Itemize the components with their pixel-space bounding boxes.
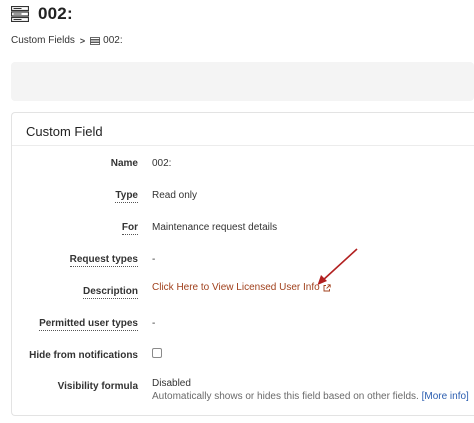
field-label-permitted-user-types[interactable]: Permitted user types: [39, 318, 138, 331]
field-label-for[interactable]: For: [121, 222, 138, 235]
field-value-name: 002:: [152, 158, 172, 169]
field-value-permitted-user-types: -: [152, 318, 156, 329]
server-rack-icon: [90, 36, 101, 45]
field-value-request-types: -: [152, 254, 156, 265]
field-value-visibility-formula: Disabled: [152, 378, 191, 389]
more-info-link[interactable]: [More info]: [422, 391, 469, 402]
action-toolbar-panel: [11, 62, 474, 101]
breadcrumb-custom-fields-link[interactable]: Custom Fields: [11, 35, 75, 46]
hide-from-notifications-checkbox[interactable]: [152, 348, 162, 358]
field-label-request-types[interactable]: Request types: [69, 254, 138, 267]
description-link[interactable]: Click Here to View Licensed User Info: [152, 282, 331, 293]
hide-from-notifications-cell: [152, 348, 162, 361]
field-value-for: Maintenance request details: [152, 222, 278, 233]
custom-field-card: Custom Field Name 002: Type Read only Fo…: [11, 112, 474, 416]
annotation-arrow: [317, 248, 358, 285]
card-divider: [12, 145, 474, 146]
description-link-text[interactable]: Click Here to View Licensed User Info: [152, 282, 320, 293]
breadcrumb-current: 002:: [103, 35, 123, 46]
page-title: 002:: [38, 4, 73, 23]
field-value-type: Read only: [152, 190, 198, 201]
visibility-formula-help: Automatically shows or hides this field …: [152, 391, 469, 402]
field-label-visibility-formula: Visibility formula: [57, 381, 138, 392]
breadcrumb-separator: >: [79, 35, 86, 46]
field-label-name: Name: [110, 158, 138, 169]
field-label-description[interactable]: Description: [82, 286, 138, 299]
card-title: Custom Field: [26, 124, 103, 139]
field-label-hide-from-notifications: Hide from notifications: [29, 350, 138, 361]
field-label-type[interactable]: Type: [115, 190, 138, 203]
breadcrumb: Custom Fields > 002:: [11, 35, 123, 46]
visibility-formula-help-text: Automatically shows or hides this field …: [152, 391, 419, 402]
page-header: 002:: [11, 4, 73, 24]
server-rack-icon: [11, 6, 29, 22]
